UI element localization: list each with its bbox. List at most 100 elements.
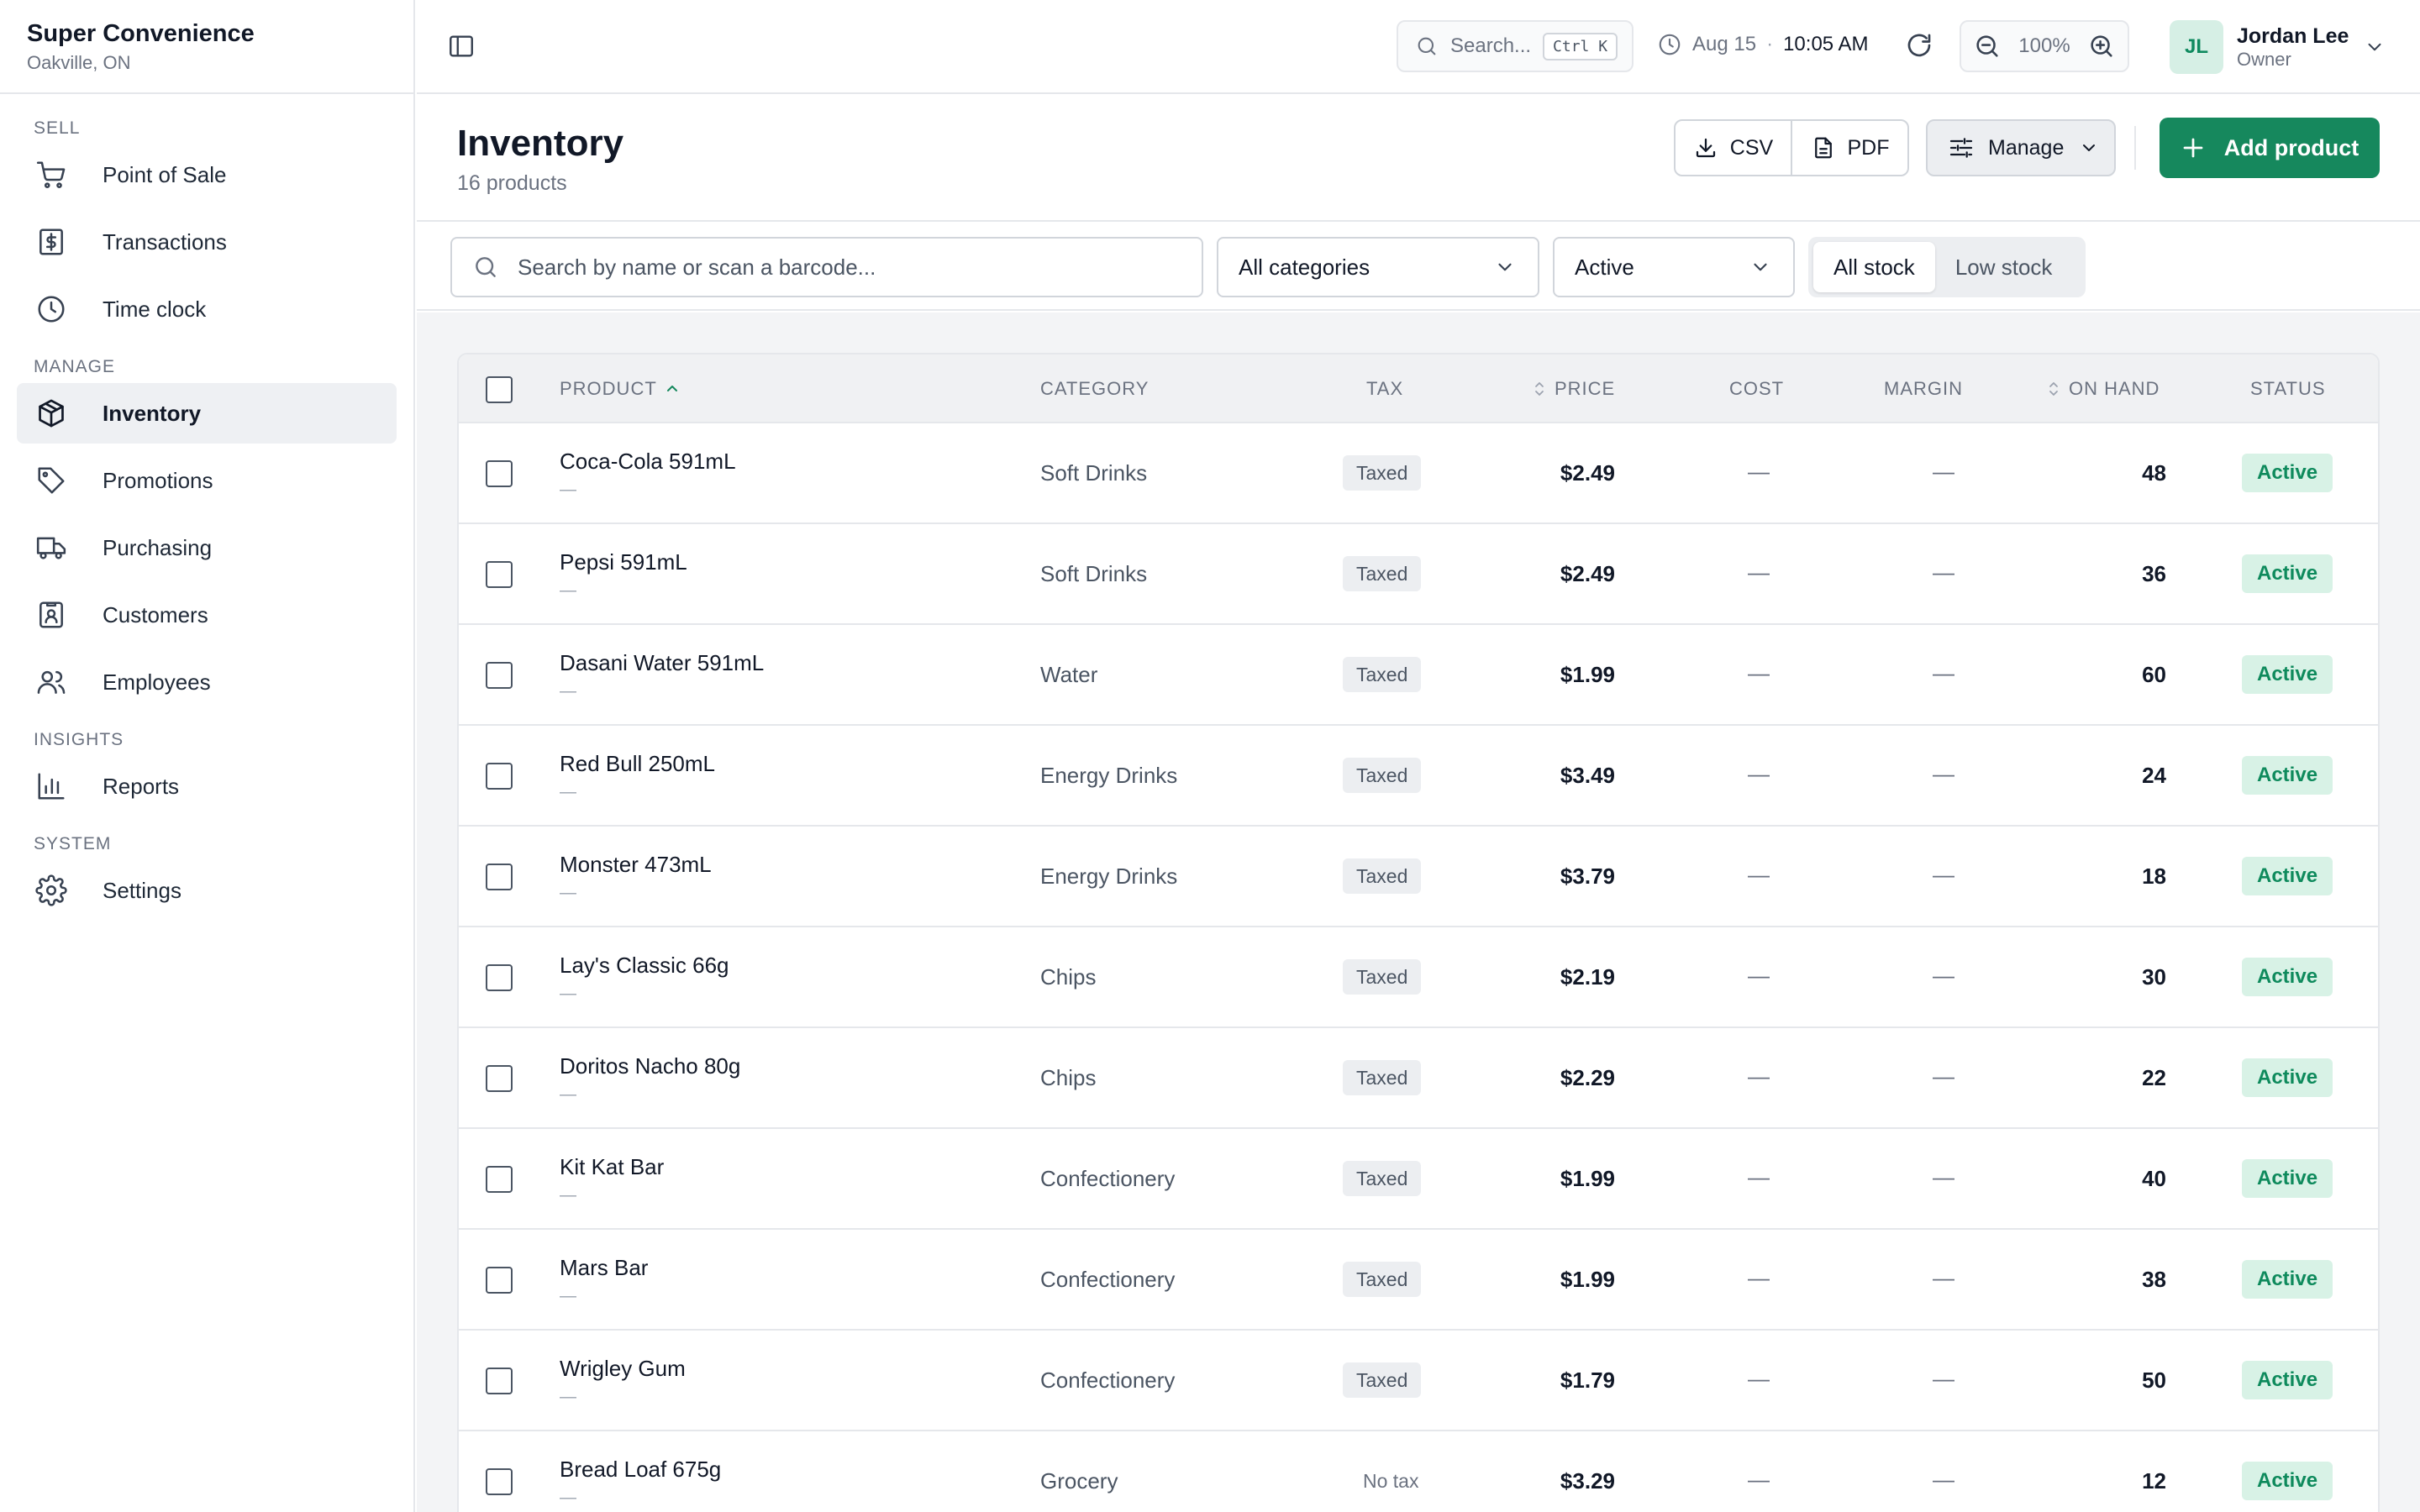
export-csv-label: CSV xyxy=(1729,135,1774,160)
table-row[interactable]: Red Bull 250mL — Energy Drinks Taxed $3.49 — —… xyxy=(459,726,2378,827)
column-label: MARGIN xyxy=(1884,378,1963,399)
export-pdf-button[interactable]: PDF xyxy=(1791,121,1907,175)
product-name[interactable]: Red Bull 250mL xyxy=(560,751,715,777)
sidebar-item-point-of-sale[interactable]: Point of Sale xyxy=(17,144,397,205)
row-checkbox[interactable] xyxy=(486,1267,513,1294)
column-header-price[interactable]: PRICE xyxy=(1533,354,1615,423)
product-margin: — xyxy=(1933,1265,1954,1290)
product-name[interactable]: Kit Kat Bar xyxy=(560,1154,664,1180)
select-all-checkbox[interactable] xyxy=(486,376,513,403)
column-header-on-hand[interactable]: ON HAND xyxy=(2047,354,2160,423)
tax-badge: Taxed xyxy=(1343,959,1422,995)
product-search-input[interactable]: Search by name or scan a barcode... xyxy=(450,237,1203,297)
row-checkbox[interactable] xyxy=(486,561,513,588)
sort-icon xyxy=(1535,382,1544,396)
row-checkbox[interactable] xyxy=(486,864,513,890)
sidebar-item-reports[interactable]: Reports xyxy=(17,756,397,816)
add-product-button[interactable]: Add product xyxy=(2160,118,2380,178)
table-row[interactable]: Wrigley Gum — Confectionery Taxed $1.79 — — 50 A… xyxy=(459,1331,2378,1431)
sidebar-item-inventory[interactable]: Inventory xyxy=(17,383,397,444)
product-sku: — xyxy=(560,1085,576,1104)
product-name[interactable]: Bread Loaf 675g xyxy=(560,1457,721,1483)
product-cost: — xyxy=(1748,660,1770,685)
product-name[interactable]: Wrigley Gum xyxy=(560,1356,686,1382)
table-row[interactable]: Doritos Nacho 80g — Chips Taxed $2.29 — — 22 Act… xyxy=(459,1028,2378,1129)
category-select[interactable]: All categories xyxy=(1217,237,1539,297)
column-header-margin[interactable]: MARGIN xyxy=(1884,354,1963,423)
product-sku: — xyxy=(560,1488,576,1507)
table-row[interactable]: Kit Kat Bar — Confectionery Taxed $1.99 — — 40 A… xyxy=(459,1129,2378,1230)
header-divider xyxy=(2134,126,2136,170)
box-icon xyxy=(39,399,64,428)
column-header-tax[interactable]: TAX xyxy=(1366,354,1403,423)
zoom-in-icon[interactable] xyxy=(2087,32,2116,60)
nav-section-insights: INSIGHTS xyxy=(34,730,124,749)
sidebar-item-promotions[interactable]: Promotions xyxy=(17,450,397,511)
manage-button[interactable]: Manage xyxy=(1926,119,2116,176)
store-location: Oakville, ON xyxy=(27,52,131,73)
column-header-category[interactable]: CATEGORY xyxy=(1040,354,1149,423)
product-category: Soft Drinks xyxy=(1040,460,1148,486)
product-name[interactable]: Pepsi 591mL xyxy=(560,549,687,575)
sidebar-item-label: Purchasing xyxy=(103,534,213,560)
column-header-cost[interactable]: COST xyxy=(1729,354,1784,423)
clock-icon xyxy=(1659,34,1681,55)
user-menu[interactable]: JL Jordan Lee Owner xyxy=(2170,20,2386,74)
product-on-hand: 18 xyxy=(2142,864,2166,889)
product-margin: — xyxy=(1933,963,1954,988)
row-checkbox[interactable] xyxy=(486,763,513,790)
product-name[interactable]: Monster 473mL xyxy=(560,852,712,878)
sidebar-item-employees[interactable]: Employees xyxy=(17,652,397,712)
product-name[interactable]: Dasani Water 591mL xyxy=(560,650,764,676)
product-sku: — xyxy=(560,984,576,1003)
product-name[interactable]: Coca-Cola 591mL xyxy=(560,449,736,475)
tax-badge: Taxed xyxy=(1343,1060,1422,1095)
row-checkbox[interactable] xyxy=(486,460,513,487)
row-checkbox[interactable] xyxy=(486,1468,513,1495)
status-badge: Active xyxy=(2242,655,2333,694)
row-checkbox[interactable] xyxy=(486,964,513,991)
refresh-icon[interactable] xyxy=(1904,30,1934,60)
table-row[interactable]: Monster 473mL — Energy Drinks Taxed $3.79 — — 1… xyxy=(459,827,2378,927)
sidebar-item-transactions[interactable]: Transactions xyxy=(17,212,397,272)
row-checkbox[interactable] xyxy=(486,662,513,689)
status-select[interactable]: Active xyxy=(1553,237,1795,297)
column-label: CATEGORY xyxy=(1040,378,1150,399)
sidebar-item-purchasing[interactable]: Purchasing xyxy=(17,517,397,578)
table-row[interactable]: Bread Loaf 675g — Grocery No tax $3.29 — — 12 Ac… xyxy=(459,1431,2378,1512)
column-header-status[interactable]: STATUS xyxy=(2250,354,2326,423)
table-row[interactable]: Lay's Classic 66g — Chips Taxed $2.19 — — 30 Act… xyxy=(459,927,2378,1028)
sidebar-toggle-icon[interactable] xyxy=(447,32,476,60)
export-csv-button[interactable]: CSV xyxy=(1676,121,1791,175)
product-price: $1.99 xyxy=(1560,1166,1615,1191)
global-search[interactable]: Search... Ctrl K xyxy=(1397,20,1634,72)
row-checkbox[interactable] xyxy=(486,1166,513,1193)
table-row[interactable]: Pepsi 591mL — Soft Drinks Taxed $2.49 — — 36 Act… xyxy=(459,524,2378,625)
zoom-out-icon[interactable] xyxy=(1973,32,2002,60)
date-time-separator: · xyxy=(1766,33,1774,55)
table-row[interactable]: Dasani Water 591mL — Water Taxed $1.99 — — 60 Ac… xyxy=(459,625,2378,726)
tax-badge: Taxed xyxy=(1343,1161,1422,1196)
product-price: $1.99 xyxy=(1560,1267,1615,1292)
product-on-hand: 36 xyxy=(2142,561,2166,586)
row-checkbox[interactable] xyxy=(486,1368,513,1394)
table-row[interactable]: Mars Bar — Confectionery Taxed $1.99 — — 38 Acti… xyxy=(459,1230,2378,1331)
chevron-down-icon xyxy=(2083,144,2096,151)
product-name[interactable]: Doritos Nacho 80g xyxy=(560,1053,740,1079)
sidebar-item-settings[interactable]: Settings xyxy=(17,860,397,921)
column-header-product[interactable]: PRODUCT xyxy=(560,354,679,423)
tax-badge: Taxed xyxy=(1343,758,1422,793)
page-header: Inventory 16 products CSV PDF Manage Add… xyxy=(417,94,2420,222)
sidebar-item-customers[interactable]: Customers xyxy=(17,585,397,645)
tax-badge: Taxed xyxy=(1343,1362,1422,1398)
stock-toggle-low[interactable]: Low stock xyxy=(1935,242,2073,292)
status-badge: Active xyxy=(2242,554,2333,593)
table-row[interactable]: Coca-Cola 591mL — Soft Drinks Taxed $2.49 — — 4… xyxy=(459,423,2378,524)
product-name[interactable]: Mars Bar xyxy=(560,1255,648,1281)
product-name[interactable]: Lay's Classic 66g xyxy=(560,953,729,979)
row-checkbox[interactable] xyxy=(486,1065,513,1092)
stock-toggle: All stock Low stock xyxy=(1808,237,2086,297)
column-label: STATUS xyxy=(2250,378,2326,399)
stock-toggle-all[interactable]: All stock xyxy=(1813,242,1935,292)
sidebar-item-time-clock[interactable]: Time clock xyxy=(17,279,397,339)
